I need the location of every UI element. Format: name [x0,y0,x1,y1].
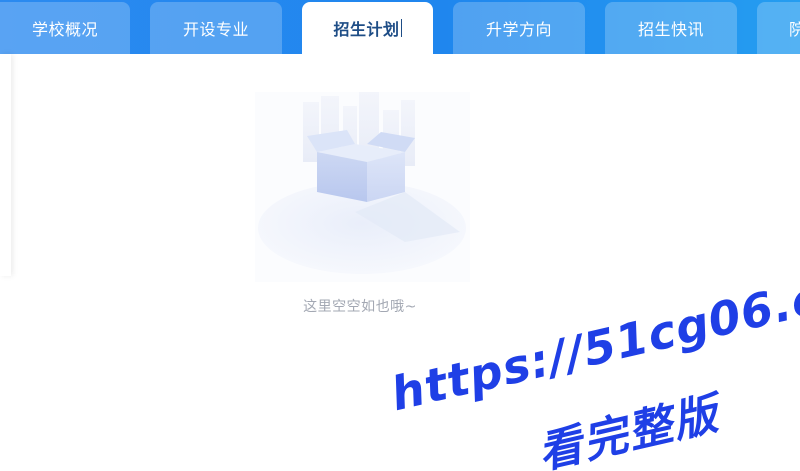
tab-label: 开设专业 [182,20,249,39]
tab-enrollment-plan[interactable]: 招生计划 [302,2,433,54]
empty-illustration [255,92,470,282]
tab-label: 升学方向 [485,20,552,39]
tab-school-overview[interactable]: 学校概况 [0,2,130,54]
tab-truncated[interactable]: 院 [757,2,800,54]
watermark-url: https://51cg06.cc [385,263,800,422]
tab-label: 学校概况 [31,20,98,39]
tab-bar: 学校概况 开设专业 招生计划 升学方向 招生快讯 院 [0,0,800,54]
empty-box-icon [255,92,470,282]
empty-message: 这里空空如也哦~ [303,299,417,315]
tab-label: 招生快讯 [637,20,704,39]
tab-further-study[interactable]: 升学方向 [453,2,585,54]
text-caret [400,19,402,37]
tab-label: 院 [789,20,800,39]
tab-enrollment-news[interactable]: 招生快讯 [605,2,737,54]
tab-majors[interactable]: 开设专业 [150,2,282,54]
tab-label: 招生计划 [333,20,400,39]
side-panel-edge [0,54,11,276]
watermark-caption: 看完整版 [533,388,725,471]
